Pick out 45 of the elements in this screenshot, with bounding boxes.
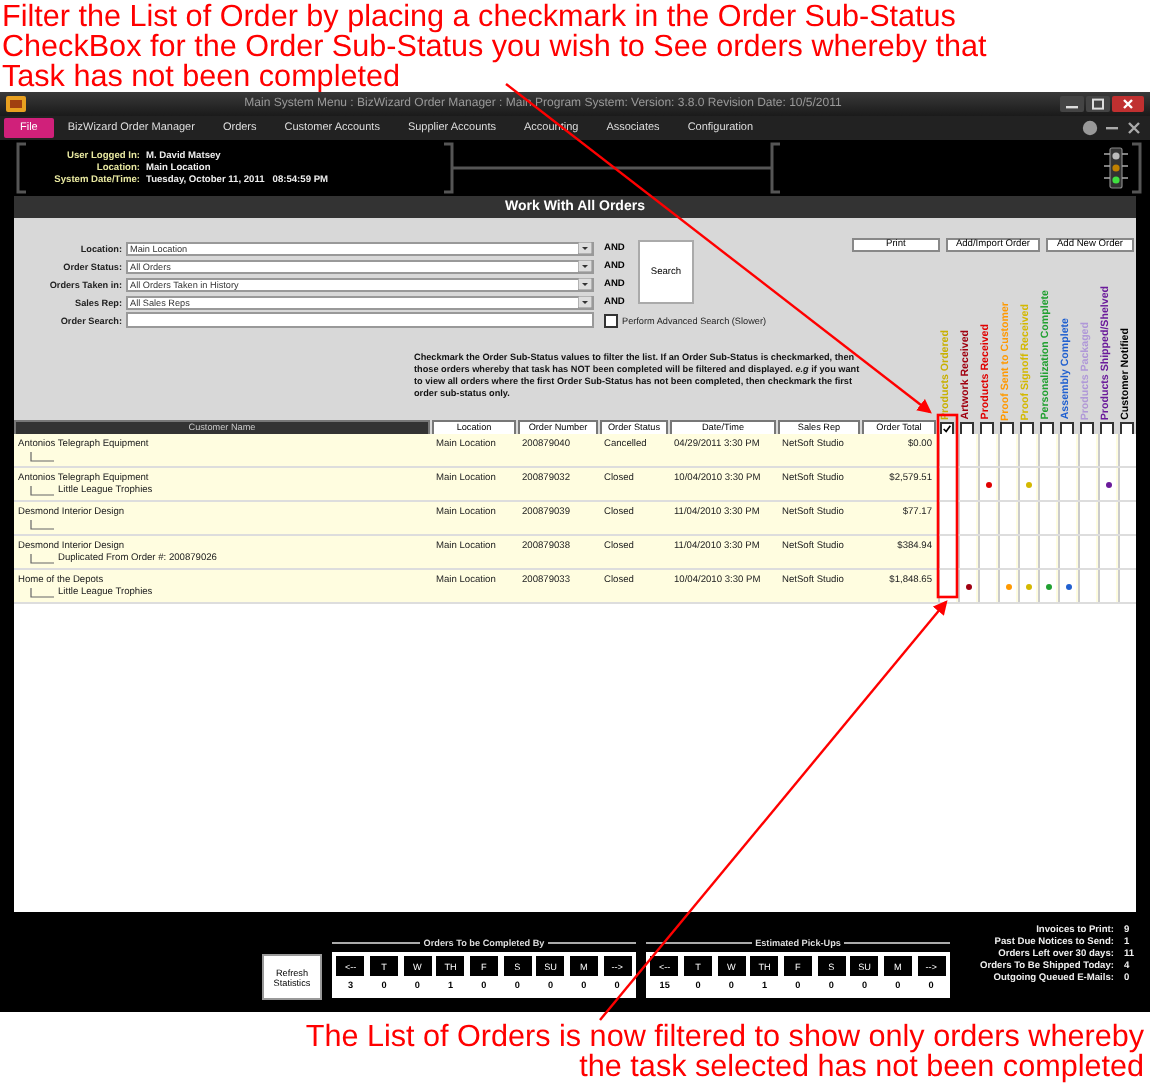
checkbox[interactable]	[1120, 421, 1134, 435]
bracket-drawing	[16, 142, 28, 194]
status-dot	[965, 583, 971, 589]
dropdown-arrow-icon	[578, 278, 592, 290]
checkbox[interactable]	[960, 421, 974, 435]
status-dot	[1065, 583, 1071, 589]
status-dot	[1025, 583, 1031, 589]
tree-connector-icon	[30, 520, 54, 530]
dropdown-arrow-icon	[578, 260, 592, 272]
checkbox[interactable]	[1000, 421, 1014, 435]
tree-connector-icon	[30, 554, 54, 564]
search-field[interactable]	[126, 312, 594, 328]
status-dot	[1045, 583, 1051, 589]
annotation-text: the task selected has not been completed	[579, 1052, 1144, 1082]
close-icon	[1120, 98, 1136, 110]
maximize-button[interactable]	[1086, 96, 1110, 112]
app-icon[interactable]	[6, 96, 26, 112]
status-dot	[1025, 481, 1031, 487]
annotation-text: Task has not been completed	[2, 62, 402, 92]
tree-connector-icon	[30, 486, 54, 496]
annotation-text: CheckBox for the Order Sub-Status you wish to See orders whereby that	[2, 32, 989, 62]
checkbox[interactable]	[604, 313, 618, 327]
dropdown-arrow-icon	[578, 242, 592, 254]
checkbox[interactable]	[940, 421, 954, 435]
status-dot	[985, 481, 991, 487]
minimize-button[interactable]	[1060, 96, 1084, 112]
traffic-light-icon	[1102, 146, 1130, 190]
checkbox[interactable]	[1020, 421, 1034, 435]
checkbox[interactable]	[980, 421, 994, 435]
checkbox[interactable]	[1100, 421, 1114, 435]
close-icon[interactable]	[1126, 120, 1142, 136]
help-icon[interactable]	[1082, 120, 1098, 136]
checkbox[interactable]	[1080, 421, 1094, 435]
tree-connector-icon	[30, 588, 54, 598]
status-dot	[1105, 481, 1111, 487]
tree-connector-icon	[30, 452, 54, 462]
checkbox[interactable]	[1040, 421, 1054, 435]
close-button[interactable]	[1112, 96, 1144, 112]
dropdown-arrow-icon	[578, 296, 592, 308]
annotation-text: The List of Orders is now filtered to show only orders whereby	[305, 1022, 1144, 1052]
bracket-drawing	[1130, 142, 1142, 194]
maximize-icon	[1090, 98, 1106, 110]
status-dot	[1005, 583, 1011, 589]
annotation-text: Filter the List of Order by placing a checkmark in the Order Sub-Status	[2, 2, 956, 32]
checkbox[interactable]	[1060, 421, 1074, 435]
